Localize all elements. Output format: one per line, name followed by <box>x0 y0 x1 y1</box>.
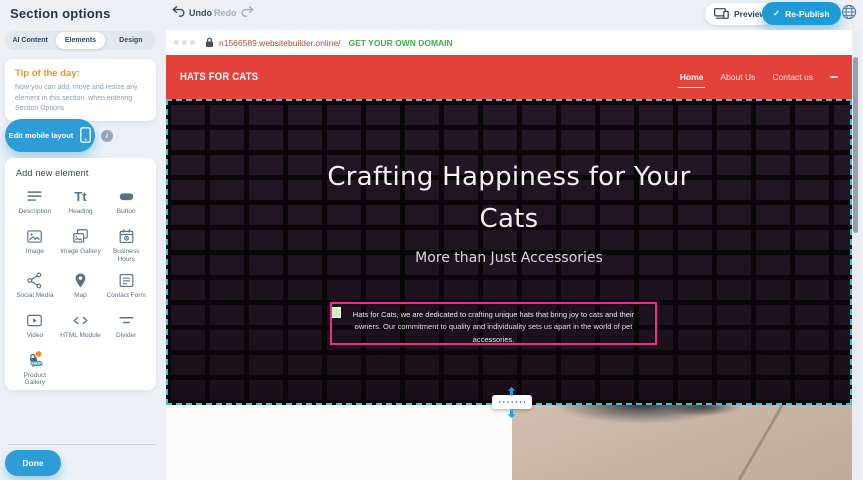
video-icon <box>25 311 44 330</box>
tip-title: Tip of the day: <box>15 68 146 79</box>
hero-title[interactable]: Crafting Happiness for Your Cats <box>319 157 699 240</box>
republish-label: Re-Publish <box>785 9 829 19</box>
business-hours-icon <box>117 227 136 246</box>
element-label: Social Media <box>16 292 53 300</box>
phone-icon <box>80 127 91 145</box>
add-panel-title: Add new element <box>16 168 149 178</box>
product-gallery-icon: SHOP <box>23 351 46 370</box>
page-title: Section options <box>10 6 111 21</box>
browser-dots-icon <box>174 40 195 45</box>
image-gallery-icon <box>71 227 90 246</box>
browser-chrome-bar: n1566589.websitebuilder.online/ GET YOUR… <box>166 30 852 55</box>
canvas-scrollbar[interactable] <box>852 30 860 480</box>
description-icon <box>25 187 44 206</box>
tip-of-the-day-card: Tip of the day: Now you can add, move an… <box>5 59 156 121</box>
element-label: Divider <box>116 332 136 340</box>
tip-body: Now you can add, move and resize any ele… <box>15 83 146 115</box>
cat-photo-image[interactable] <box>512 405 852 480</box>
nav-home[interactable]: Home <box>680 72 704 82</box>
add-element-button[interactable]: Button <box>103 187 149 220</box>
element-drag-handle[interactable] <box>330 307 341 318</box>
image-icon <box>25 227 44 246</box>
edit-mobile-layout-label: Edit mobile layout <box>9 131 74 140</box>
redo-icon <box>241 6 254 19</box>
next-section-background <box>166 405 512 480</box>
undo-button[interactable]: Undo <box>172 6 212 19</box>
check-icon: ✓ <box>773 8 780 19</box>
hero-paragraph-text: Hats for Cats, we are dedicated to craft… <box>353 310 634 344</box>
add-element-divider[interactable]: Divider <box>103 311 149 344</box>
hero-paragraph-selected[interactable]: Hats for Cats, we are dedicated to craft… <box>330 302 657 345</box>
element-label: Description <box>19 208 52 216</box>
undo-label: Undo <box>189 8 212 18</box>
add-new-element-panel: Add new element Description Tt Heading B… <box>5 158 156 390</box>
element-label: Heading <box>68 208 92 216</box>
site-canvas: n1566589.websitebuilder.online/ GET YOUR… <box>166 30 852 480</box>
sidebar-divider <box>8 444 156 445</box>
site-url[interactable]: n1566589.websitebuilder.online/ <box>219 38 340 48</box>
undo-icon <box>172 6 185 19</box>
tab-ai-content[interactable]: AI Content <box>6 32 54 49</box>
nav-contact-us[interactable]: Contact us <box>772 72 813 82</box>
heading-icon: Tt <box>74 187 86 206</box>
element-label: Image <box>26 248 44 256</box>
button-icon <box>117 187 136 206</box>
shop-badge: SHOP <box>32 362 43 366</box>
resize-arrow-up-icon[interactable] <box>507 387 516 396</box>
language-globe-icon[interactable] <box>841 4 857 23</box>
section-resize-handle[interactable] <box>492 395 532 409</box>
html-module-icon <box>71 311 90 330</box>
tab-design[interactable]: Design <box>107 32 155 49</box>
info-icon[interactable]: i <box>101 130 113 142</box>
sidebar-tabs: AI Content Elements Design <box>5 31 156 50</box>
divider-icon <box>117 311 136 330</box>
element-grid: Description Tt Heading Button Image Imag… <box>12 187 149 387</box>
edit-mobile-layout-button[interactable]: Edit mobile layout <box>5 119 95 152</box>
add-element-business-hours[interactable]: Business Hours <box>103 227 149 264</box>
resize-arrow-down-icon[interactable] <box>507 409 516 418</box>
app-root: Section options Undo Redo Preview ✓ Re-P… <box>0 0 863 480</box>
add-element-product-gallery[interactable]: SHOP Product Gallery <box>12 351 58 388</box>
add-element-heading[interactable]: Tt Heading <box>58 187 104 220</box>
site-nav: Home About Us Contact us <box>680 55 838 99</box>
map-icon <box>71 271 90 290</box>
contact-form-icon <box>117 271 136 290</box>
site-logo: HATS FOR CATS <box>180 71 258 84</box>
site-header[interactable]: HATS FOR CATS Home About Us Contact us <box>166 55 852 99</box>
lock-icon <box>205 37 214 48</box>
add-element-contact-form[interactable]: Contact Form <box>103 271 149 304</box>
done-button[interactable]: Done <box>5 450 61 476</box>
element-label: Image Gallery <box>60 248 100 256</box>
devices-icon <box>714 8 729 21</box>
element-label: HTML Module <box>60 332 101 340</box>
add-element-video[interactable]: Video <box>12 311 58 344</box>
scrollbar-thumb[interactable] <box>853 57 858 233</box>
tab-elements[interactable]: Elements <box>56 32 104 49</box>
element-label: Contact Form <box>106 292 145 300</box>
add-element-image-gallery[interactable]: Image Gallery <box>58 227 104 264</box>
add-element-social-media[interactable]: Social Media <box>12 271 58 304</box>
redo-button[interactable]: Redo <box>214 6 254 19</box>
element-label: Business Hours <box>105 248 147 264</box>
element-label: Product Gallery <box>14 372 56 388</box>
drag-dots-icon <box>499 401 525 403</box>
hero-subtitle[interactable]: More than Just Accessories <box>166 250 852 266</box>
get-domain-link[interactable]: GET YOUR OWN DOMAIN <box>348 38 452 48</box>
nav-more-icon[interactable] <box>830 76 838 78</box>
add-element-description[interactable]: Description <box>12 187 58 220</box>
social-media-icon <box>25 271 44 290</box>
add-element-image[interactable]: Image <box>12 227 58 264</box>
nav-about-us[interactable]: About Us <box>720 72 755 82</box>
republish-button[interactable]: ✓ Re-Publish <box>762 2 841 25</box>
element-label: Video <box>27 332 44 340</box>
hero-section-selected[interactable]: Crafting Happiness for Your Cats More th… <box>166 99 852 405</box>
element-label: Button <box>117 208 136 216</box>
add-element-map[interactable]: Map <box>58 271 104 304</box>
redo-label: Redo <box>214 8 237 18</box>
element-label: Map <box>74 292 87 300</box>
add-element-html-module[interactable]: HTML Module <box>58 311 104 344</box>
